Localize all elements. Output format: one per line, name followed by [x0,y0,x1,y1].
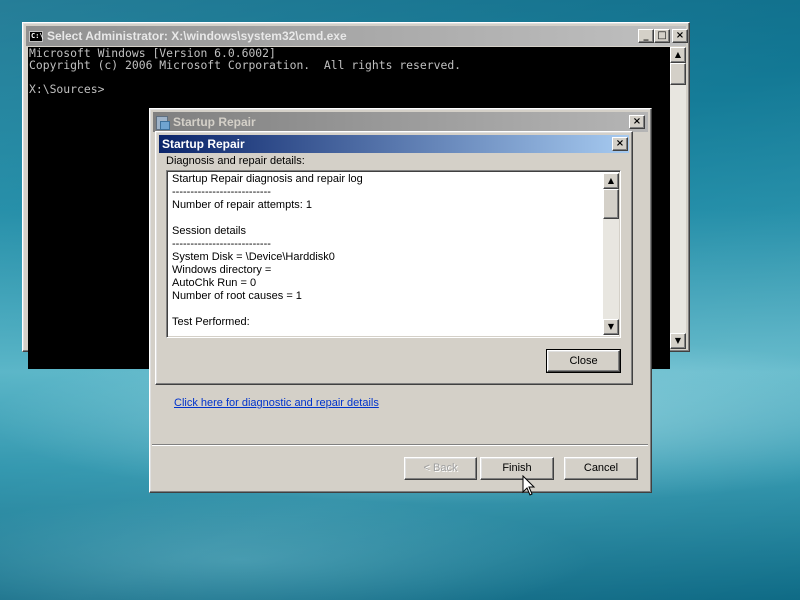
startup-repair-icon [155,115,170,130]
scroll-thumb[interactable] [670,63,686,85]
console-line: Copyright (c) 2006 Microsoft Corporation… [29,58,462,72]
log-line: --------------------------- [172,238,271,250]
log-line: Session details [172,225,246,237]
minimize-button[interactable]: _ [638,29,654,43]
startup-repair-title: Startup Repair [173,115,256,129]
log-line: Number of repair attempts: 1 [172,199,313,211]
log-line: System Disk = \Device\Harddisk0 [172,251,335,263]
details-dialog-titlebar[interactable]: Startup Repair × [159,135,629,153]
startup-repair-titlebar[interactable]: Startup Repair × [153,112,648,132]
cmd-titlebar[interactable]: C:\ Select Administrator: X:\windows\sys… [26,26,688,46]
log-line: Startup Repair diagnosis and repair log [172,173,363,185]
details-dialog[interactable]: Startup Repair × Diagnosis and repair de… [155,131,633,385]
scroll-up-arrow-icon[interactable]: ▲ [670,47,686,63]
cmd-title: Select Administrator: X:\windows\system3… [47,29,347,43]
scroll-thumb[interactable] [603,189,619,219]
mouse-pointer-icon [522,475,536,496]
details-heading: Diagnosis and repair details: [166,155,305,167]
scroll-up-arrow-icon[interactable]: ▲ [603,173,619,189]
console-text: Microsoft Windows [Version 6.0.6002] Copy… [28,47,670,95]
close-button[interactable]: × [629,115,645,129]
finish-button[interactable]: Finish [480,457,554,480]
maximize-button[interactable]: □ [654,29,670,43]
separator [152,444,648,446]
scroll-down-arrow-icon[interactable]: ▼ [603,319,619,335]
close-dialog-button[interactable]: Close [546,349,621,373]
log-line: AutoChk Run = 0 [172,277,257,289]
log-line: Windows directory = [172,264,272,276]
repair-log-text: Startup Repair diagnosis and repair log -… [172,173,597,329]
repair-log-textbox[interactable]: Startup Repair diagnosis and repair log -… [166,170,621,338]
cmd-scrollbar[interactable]: ▲ ▼ [670,47,686,349]
log-scrollbar[interactable]: ▲ ▼ [603,173,619,335]
diagnostic-details-link[interactable]: Click here for diagnostic and repair det… [174,397,379,409]
log-line: Test Performed: [172,316,250,328]
log-line: Number of root causes = 1 [172,290,302,302]
console-line: X:\Sources> [29,82,105,96]
close-button[interactable]: × [672,29,688,43]
cancel-button[interactable]: Cancel [564,457,638,480]
scroll-down-arrow-icon[interactable]: ▼ [670,333,686,349]
cmd-app-icon: C:\ [29,30,44,42]
details-dialog-title: Startup Repair [162,137,245,151]
back-button[interactable]: < Back [404,457,477,480]
close-button[interactable]: × [612,137,628,151]
log-line: --------------------------- [172,186,271,198]
